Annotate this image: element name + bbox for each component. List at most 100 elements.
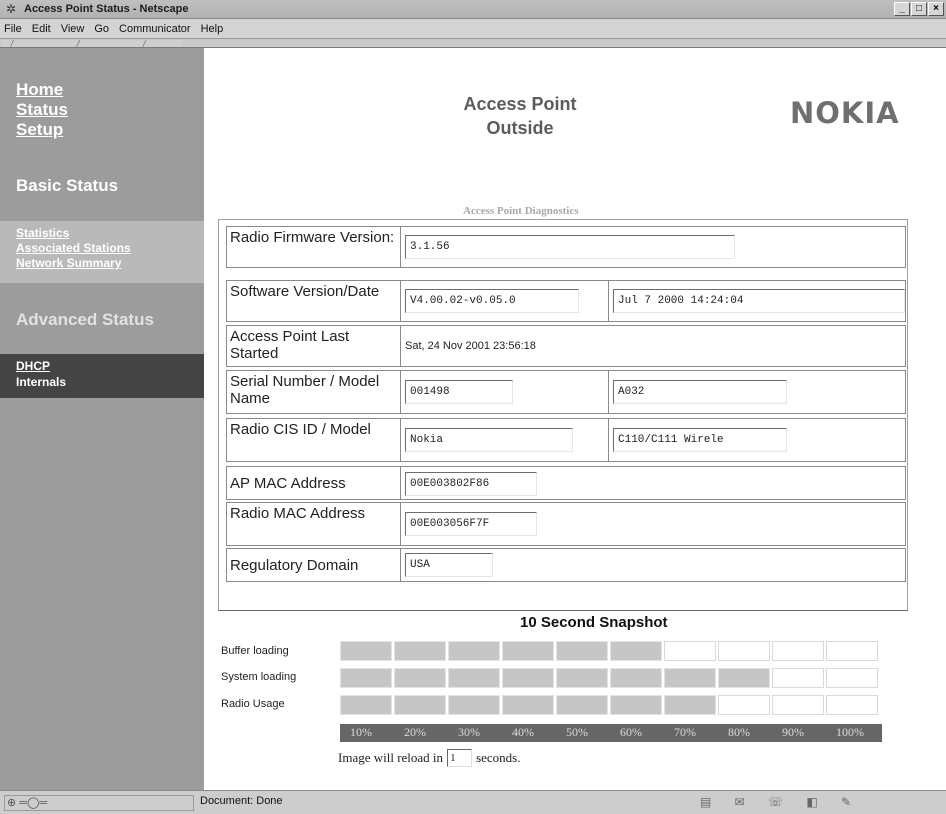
bar-cell-filled xyxy=(610,695,662,715)
scale-tick-label: 40% xyxy=(512,725,534,739)
bar-cell-empty xyxy=(664,641,716,661)
value-last-started: Sat, 24 Nov 2001 23:56:18 xyxy=(405,340,536,352)
snapshot-scale: 10% 20% 30% 40% 50% 60% 70% 80% 90% 100% xyxy=(340,724,882,742)
window-titlebar: ✲ Access Point Status - Netscape _ □ × xyxy=(0,0,946,19)
row-software-version: Software Version/Date V4.00.02-v0.05.0 J… xyxy=(226,280,906,322)
basic-status-heading: Basic Status xyxy=(16,176,119,195)
cell-divider xyxy=(608,419,609,461)
status-text: Document: Done xyxy=(200,795,283,807)
page-title-line2: Outside xyxy=(486,118,554,138)
nav-network-summary-link[interactable]: Network Summary xyxy=(16,256,121,270)
nav-statistics-link[interactable]: Statistics xyxy=(16,226,69,240)
scale-tick-label: 70% xyxy=(674,725,696,739)
label-radio-firmware: Radio Firmware Version: xyxy=(227,227,401,267)
bar-cell-filled xyxy=(556,668,608,688)
diagnostics-title: Access Point Diagnostics xyxy=(463,205,579,217)
maximize-button[interactable]: □ xyxy=(911,2,927,16)
component-bar-icon[interactable]: ▤ ✉ ☏ ◧ ✎ xyxy=(700,795,940,811)
row-regulatory-domain: Regulatory Domain USA xyxy=(226,548,906,582)
bar-cell-filled xyxy=(448,695,500,715)
collapsed-toolbar-tabs[interactable] xyxy=(2,40,182,47)
bar-cell-filled xyxy=(556,695,608,715)
nav-dhcp-link[interactable]: DHCP xyxy=(16,359,50,373)
snapshot-label-buffer: Buffer loading xyxy=(221,645,289,657)
bar-cell-empty xyxy=(718,641,770,661)
field-radio-firmware: 3.1.56 xyxy=(405,235,735,259)
nav-home-link[interactable]: Home xyxy=(16,80,63,100)
reload-suffix: seconds. xyxy=(476,750,521,765)
bar-cell-filled xyxy=(448,668,500,688)
page-title: Access Point Outside xyxy=(420,92,620,140)
field-radio-mac: 00E003056F7F xyxy=(405,512,537,536)
label-radio-mac: Radio MAC Address xyxy=(227,503,401,545)
bar-cell-filled xyxy=(340,668,392,688)
row-radio-firmware: Radio Firmware Version: 3.1.56 xyxy=(226,226,906,268)
reload-prefix: Image will reload in xyxy=(338,750,444,765)
security-lock-icon[interactable]: ⊕ ═◯═ xyxy=(4,795,194,811)
nav-associated-stations-link[interactable]: Associated Stations xyxy=(16,241,131,255)
scale-tick-label: 10% xyxy=(350,725,372,739)
nav-internals-item[interactable]: Internals xyxy=(16,375,66,389)
bar-cell-filled xyxy=(340,641,392,661)
field-radio-cis-id: Nokia xyxy=(405,428,573,452)
label-serial-model: Serial Number / Model Name xyxy=(227,371,401,413)
bar-cell-filled xyxy=(502,695,554,715)
field-ap-mac: 00E003802F86 xyxy=(405,472,537,496)
nav-status-link[interactable]: Status xyxy=(16,100,68,120)
menu-edit[interactable]: Edit xyxy=(32,23,51,35)
toolbar-tabs xyxy=(0,39,946,48)
advanced-status-heading: Advanced Status xyxy=(16,310,154,329)
advanced-status-menu: DHCP Internals xyxy=(0,354,204,398)
label-ap-mac: AP MAC Address xyxy=(227,467,401,499)
bar-cell-empty xyxy=(772,668,824,688)
page-title-line1: Access Point xyxy=(463,94,577,114)
field-radio-model: C110/C111 Wirele xyxy=(613,428,787,452)
close-button[interactable]: × xyxy=(928,2,944,16)
menu-go[interactable]: Go xyxy=(94,23,109,35)
bar-cell-empty xyxy=(826,695,878,715)
bar-cell-filled xyxy=(394,641,446,661)
bar-cell-filled xyxy=(502,668,554,688)
window-title: Access Point Status - Netscape xyxy=(24,3,189,15)
nokia-logo: NOKIA xyxy=(790,96,900,130)
bar-cell-filled xyxy=(340,695,392,715)
nav-setup-link[interactable]: Setup xyxy=(16,120,63,140)
menu-communicator[interactable]: Communicator xyxy=(119,23,191,35)
menu-file[interactable]: File xyxy=(4,23,22,35)
field-serial-number: 001498 xyxy=(405,380,513,404)
bar-cell-filled xyxy=(394,695,446,715)
bar-cell-filled xyxy=(610,641,662,661)
bar-cell-filled xyxy=(448,641,500,661)
bar-cell-empty xyxy=(772,641,824,661)
field-software-date: Jul 7 2000 14:24:04 xyxy=(613,289,905,313)
minimize-button[interactable]: _ xyxy=(894,2,910,16)
bar-cell-empty xyxy=(718,695,770,715)
field-regulatory-domain: USA xyxy=(405,553,493,577)
scale-tick-label: 20% xyxy=(404,725,426,739)
snapshot-bar-buffer xyxy=(340,641,882,661)
row-radio-mac: Radio MAC Address 00E003056F7F xyxy=(226,502,906,546)
row-last-started: Access Point Last Started Sat, 24 Nov 20… xyxy=(226,325,906,367)
snapshot-bar-system xyxy=(340,668,882,688)
scale-tick-label: 90% xyxy=(782,725,804,739)
left-navigation: Home Status Setup Basic Status Statistic… xyxy=(0,48,204,790)
basic-status-menu: Statistics Associated Stations Network S… xyxy=(0,221,204,283)
scale-tick-label: 80% xyxy=(728,725,750,739)
netscape-app-icon: ✲ xyxy=(6,2,17,16)
field-model-name: A032 xyxy=(613,380,787,404)
label-radio-cis: Radio CIS ID / Model xyxy=(227,419,401,461)
row-radio-cis: Radio CIS ID / Model Nokia C110/C111 Wir… xyxy=(226,418,906,462)
scale-tick-label: 100% xyxy=(836,725,864,739)
scale-tick-label: 30% xyxy=(458,725,480,739)
field-software-version: V4.00.02-v0.05.0 xyxy=(405,289,579,313)
row-ap-mac: AP MAC Address 00E003802F86 xyxy=(226,466,906,500)
bar-cell-empty xyxy=(826,641,878,661)
window-controls: _ □ × xyxy=(894,2,944,16)
reload-seconds-field[interactable]: 1 xyxy=(447,749,473,767)
label-last-started: Access Point Last Started xyxy=(227,326,401,366)
snapshot-label-system: System loading xyxy=(221,671,297,683)
menu-view[interactable]: View xyxy=(61,23,85,35)
cell-divider xyxy=(608,281,609,321)
menu-help[interactable]: Help xyxy=(201,23,224,35)
label-regulatory-domain: Regulatory Domain xyxy=(227,549,401,581)
